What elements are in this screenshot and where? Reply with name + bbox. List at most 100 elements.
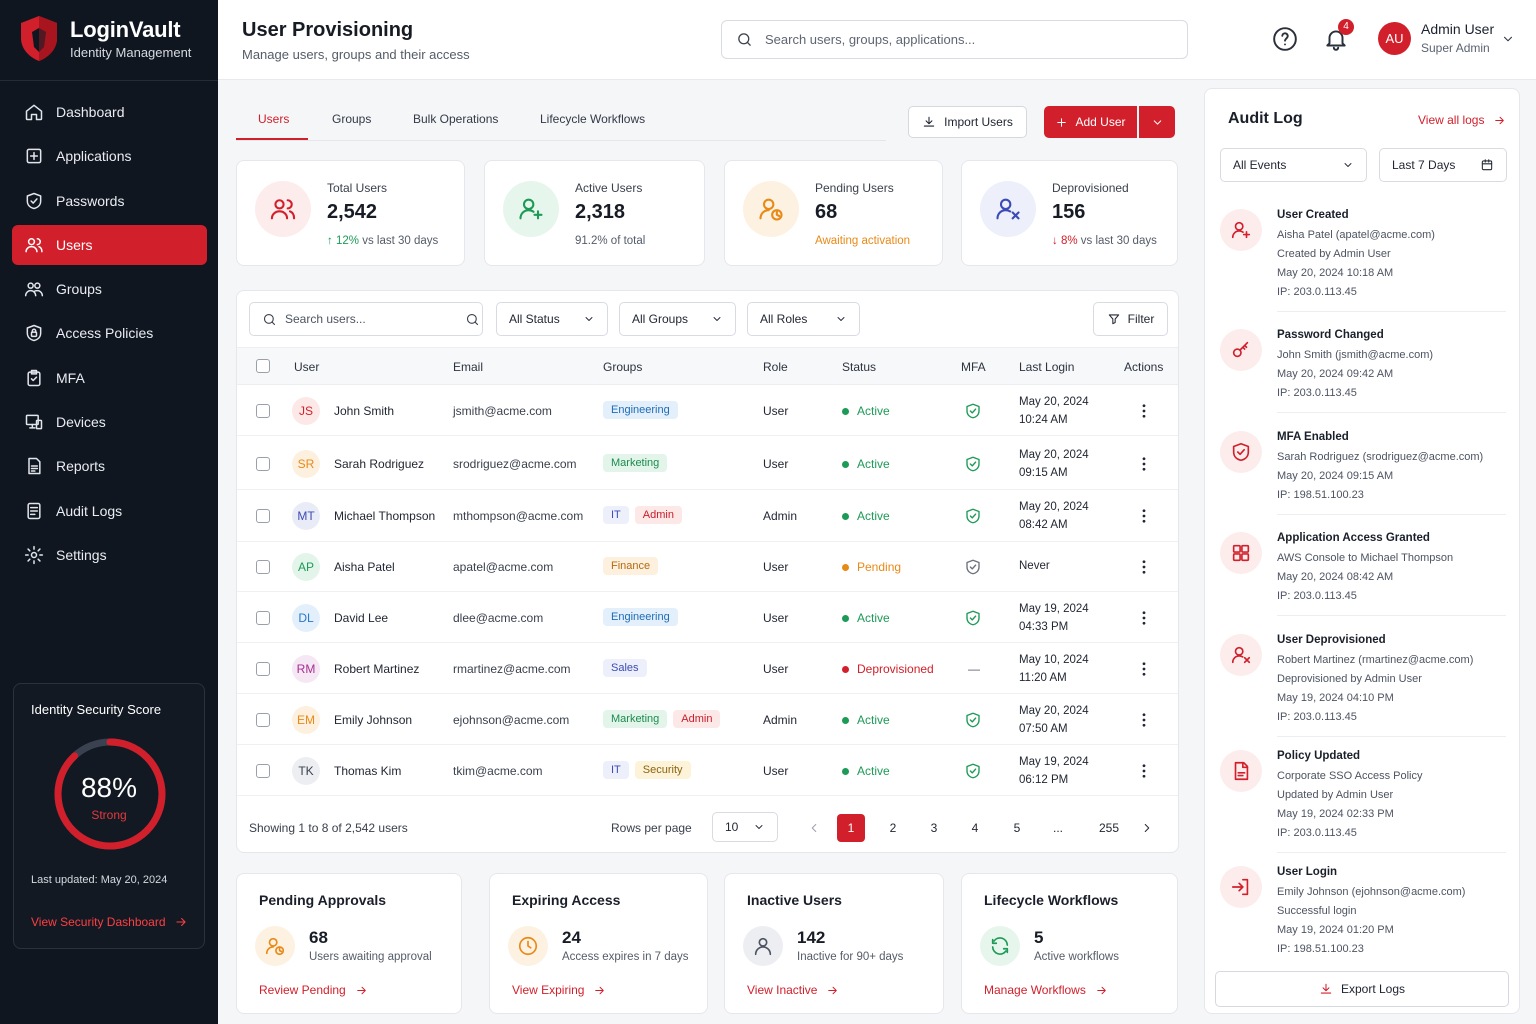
status-filter-value: All Status: [509, 312, 560, 326]
more-actions-icon[interactable]: [1142, 611, 1146, 625]
roles-filter[interactable]: All Roles: [747, 302, 860, 336]
brand[interactable]: LoginVault Identity Management: [18, 14, 191, 62]
view-all-logs-link[interactable]: View all logs: [1418, 113, 1506, 127]
column-header-mfa[interactable]: MFA: [961, 360, 986, 374]
search-icon[interactable]: [465, 312, 480, 327]
column-header-role[interactable]: Role: [763, 360, 788, 374]
sidebar-item-users[interactable]: Users: [12, 224, 207, 265]
filter-button[interactable]: Filter: [1093, 302, 1168, 336]
row-checkbox[interactable]: [256, 662, 270, 676]
select-all-checkbox[interactable]: [256, 359, 270, 373]
page-255[interactable]: 255: [1093, 814, 1125, 842]
sidebar-item-settings[interactable]: Settings: [12, 535, 207, 575]
sidebar-item-audit-logs[interactable]: Audit Logs: [12, 491, 207, 531]
row-checkbox[interactable]: [256, 764, 270, 778]
more-actions-icon[interactable]: [1142, 509, 1146, 523]
tab-lifecycle-workflows[interactable]: Lifecycle Workflows: [540, 112, 645, 126]
column-header-last-login[interactable]: Last Login: [1019, 360, 1074, 374]
summary-card-link[interactable]: Manage Workflows: [984, 983, 1108, 997]
row-checkbox[interactable]: [256, 560, 270, 574]
chevron-down-icon[interactable]: [1501, 32, 1515, 46]
column-header-status[interactable]: Status: [842, 360, 876, 374]
column-header-groups[interactable]: Groups: [603, 360, 642, 374]
sidebar-item-dashboard[interactable]: Dashboard: [12, 92, 207, 132]
tab-users[interactable]: Users: [258, 112, 289, 126]
user-name[interactable]: Emily Johnson: [334, 713, 412, 727]
last-login-date: May 20, 2024: [1019, 705, 1089, 717]
funnel-icon: [1108, 314, 1119, 325]
user-name[interactable]: Admin User: [1421, 21, 1494, 37]
page-5[interactable]: 5: [1003, 814, 1031, 842]
column-header-email[interactable]: Email: [453, 360, 483, 374]
status-filter[interactable]: All Status: [496, 302, 608, 336]
event-type-filter[interactable]: All Events: [1220, 148, 1367, 182]
table-row[interactable]: AP Aisha Patel apatel@acme.com Finance User P…: [237, 542, 1178, 592]
summary-card-link[interactable]: Review Pending: [259, 983, 368, 997]
more-actions-icon[interactable]: [1142, 764, 1146, 778]
help-icon[interactable]: [1272, 26, 1298, 52]
user-name[interactable]: Sarah Rodriguez: [334, 457, 424, 471]
page-4[interactable]: 4: [961, 814, 989, 842]
user-name[interactable]: John Smith: [334, 404, 394, 418]
user-name[interactable]: Aisha Patel: [334, 560, 395, 574]
mfa-enabled-icon: [966, 456, 980, 472]
row-checkbox[interactable]: [256, 404, 270, 418]
sidebar-item-passwords[interactable]: Passwords: [12, 181, 207, 221]
more-actions-icon[interactable]: [1142, 560, 1146, 574]
audit-event-detail: May 19, 2024 01:20 PM: [1277, 924, 1394, 936]
import-users-button[interactable]: Import Users: [908, 106, 1027, 138]
page-2[interactable]: 2: [879, 814, 907, 842]
row-checkbox[interactable]: [256, 457, 270, 471]
view-security-dashboard-link[interactable]: View Security Dashboard: [31, 915, 188, 929]
tab-groups[interactable]: Groups: [332, 112, 371, 126]
more-actions-icon[interactable]: [1142, 713, 1146, 727]
tab-bulk-operations[interactable]: Bulk Operations: [413, 112, 498, 126]
table-row[interactable]: RM Robert Martinez rmartinez@acme.com Sales…: [237, 643, 1178, 694]
download-icon: [923, 116, 935, 127]
avatar[interactable]: AU: [1378, 22, 1411, 55]
table-row[interactable]: TK Thomas Kim tkim@acme.com IT Security User A…: [237, 745, 1178, 796]
chevron-left-icon[interactable]: [807, 821, 821, 835]
table-row[interactable]: SR Sarah Rodriguez srodriguez@acme.com Mark…: [237, 437, 1178, 490]
export-logs-button[interactable]: Export Logs: [1215, 971, 1509, 1007]
sidebar-item-access-policies[interactable]: Access Policies: [12, 313, 207, 353]
more-actions-icon[interactable]: [1142, 404, 1146, 418]
user-name[interactable]: Robert Martinez: [334, 662, 419, 676]
sidebar-item-reports[interactable]: Reports: [12, 446, 207, 486]
table-search[interactable]: [249, 302, 483, 336]
table-row[interactable]: MT Michael Thompson mthompson@acme.com IT Ad…: [237, 490, 1178, 542]
summary-card-link[interactable]: View Expiring: [512, 983, 606, 997]
groups-filter[interactable]: All Groups: [619, 302, 736, 336]
row-checkbox[interactable]: [256, 713, 270, 727]
pagination-summary: Showing 1 to 8 of 2,542 users: [249, 821, 408, 835]
table-search-input[interactable]: [285, 312, 445, 326]
global-search[interactable]: [721, 20, 1188, 59]
global-search-input[interactable]: [765, 32, 1165, 47]
more-actions-icon[interactable]: [1142, 662, 1146, 676]
chevron-right-icon[interactable]: [1140, 821, 1154, 835]
user-name[interactable]: Thomas Kim: [334, 764, 401, 778]
shield-check-icon: [26, 192, 42, 209]
rows-per-page-select[interactable]: 10: [712, 812, 778, 842]
summary-card-link[interactable]: View Inactive: [747, 983, 839, 997]
page-1[interactable]: 1: [837, 814, 865, 842]
sidebar-item-devices[interactable]: Devices: [12, 402, 207, 442]
table-row[interactable]: DL David Lee dlee@acme.com Engineering User A…: [237, 592, 1178, 643]
row-checkbox[interactable]: [256, 611, 270, 625]
add-user-button[interactable]: Add User: [1044, 106, 1137, 138]
sidebar-item-groups[interactable]: Groups: [12, 269, 207, 309]
add-user-dropdown-button[interactable]: [1139, 106, 1175, 138]
date-range-filter[interactable]: Last 7 Days: [1379, 148, 1507, 182]
user-name[interactable]: Michael Thompson: [334, 509, 435, 523]
status-text: Active: [857, 764, 890, 778]
column-header-user[interactable]: User: [294, 360, 319, 374]
page-3[interactable]: 3: [920, 814, 948, 842]
user-name[interactable]: David Lee: [334, 611, 388, 625]
table-row[interactable]: JS John Smith jsmith@acme.com Engineering Us…: [237, 385, 1178, 436]
row-checkbox[interactable]: [256, 509, 270, 523]
more-actions-icon[interactable]: [1142, 457, 1146, 471]
sidebar-item-mfa[interactable]: MFA: [12, 358, 207, 398]
table-row[interactable]: EM Emily Johnson ejohnson@acme.com Marketin…: [237, 694, 1178, 745]
sidebar-item-applications[interactable]: Applications: [12, 136, 207, 176]
stat-sub: vs last 30 days: [362, 235, 439, 247]
